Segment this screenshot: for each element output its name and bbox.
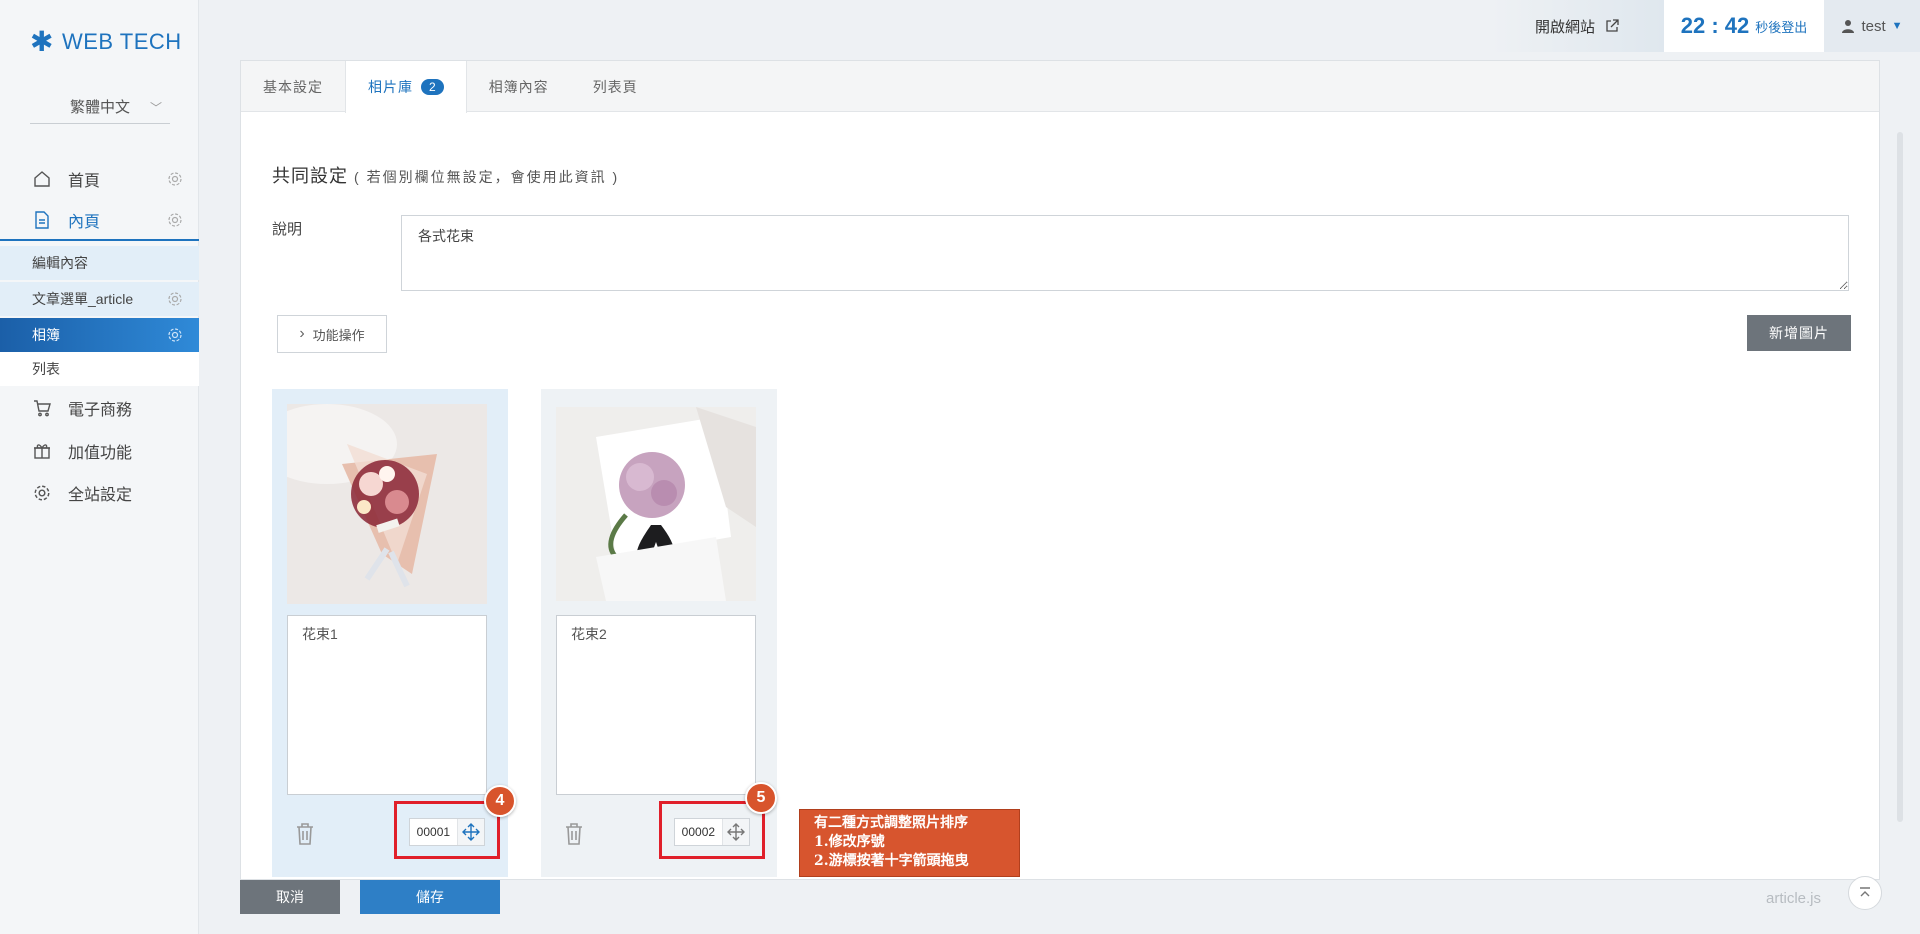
- description-label: 說明: [272, 221, 303, 238]
- logout-timer: 22 : 42 秒後登出: [1664, 0, 1824, 52]
- sidebar-subitem-list[interactable]: 列表: [0, 352, 199, 386]
- scrollbar[interactable]: [1897, 132, 1903, 822]
- sidebar-item-label: 加值功能: [68, 445, 133, 462]
- sidebar-subitem-album[interactable]: 相簿: [0, 318, 199, 352]
- order-field: 00002: [674, 818, 750, 846]
- tab-label: 基本設定: [263, 78, 323, 95]
- order-number-input[interactable]: 00001: [410, 825, 457, 839]
- gear-icon: [32, 483, 52, 503]
- language-select[interactable]: 繁體中文 ﹀: [30, 96, 170, 124]
- photo-card: 花束2 00002 5: [541, 389, 777, 877]
- gear-icon[interactable]: [167, 171, 183, 187]
- gift-icon: [32, 441, 52, 461]
- note-line: 有二種方式調整照片排序: [814, 815, 968, 831]
- sidebar-item-label: 電子商務: [68, 402, 133, 419]
- chevron-down-icon: ﹀: [149, 101, 162, 115]
- function-operations-button[interactable]: › 功能操作: [277, 315, 387, 353]
- move-arrows-icon[interactable]: [721, 819, 749, 845]
- open-site-button[interactable]: 開啟網站: [1490, 0, 1664, 52]
- tab-label: 相片庫: [368, 79, 413, 95]
- photo-thumbnail[interactable]: [287, 404, 487, 604]
- user-menu[interactable]: test ▼: [1824, 0, 1920, 52]
- tab-album-content[interactable]: 相簿內容: [467, 61, 571, 112]
- document-icon: [32, 210, 52, 230]
- username: test: [1861, 17, 1886, 35]
- sidebar-item-addons[interactable]: 加值功能: [0, 431, 199, 471]
- sidebar-subitem-article-menu[interactable]: 文章選單_article: [0, 282, 199, 316]
- chevron-right-icon: ›: [299, 325, 305, 342]
- step-badge: 4: [484, 785, 516, 817]
- sidebar-subitem-label: 編輯內容: [32, 255, 88, 271]
- sidebar-item-label: 首頁: [68, 173, 101, 190]
- save-button[interactable]: 儲存: [360, 880, 500, 914]
- footer-filename: article.js: [1766, 890, 1822, 907]
- cart-icon: [32, 398, 52, 418]
- sidebar-item-label: 全站設定: [68, 487, 133, 504]
- timer-value: 22 : 42: [1680, 13, 1750, 38]
- trash-icon[interactable]: [563, 822, 585, 846]
- order-number-input[interactable]: 00002: [675, 825, 722, 839]
- photo-card: 花束1 00001 4: [272, 389, 516, 877]
- sidebar: ✱ WEB TECH 繁體中文 ﹀ 首頁 內頁 編輯內容 文章選單_articl…: [0, 0, 199, 934]
- note-line: 1.修改序號: [814, 834, 885, 850]
- brand-name: WEB TECH: [61, 28, 182, 54]
- gear-icon[interactable]: [167, 291, 183, 307]
- tab-basic-settings[interactable]: 基本設定: [241, 61, 345, 112]
- gear-icon[interactable]: [167, 327, 183, 343]
- language-value: 繁體中文: [69, 99, 130, 116]
- sidebar-item-site-settings[interactable]: 全站設定: [0, 473, 199, 513]
- note-line: 2.游標按著十字箭頭拖曳: [814, 853, 969, 869]
- tab-label: 列表頁: [592, 78, 638, 95]
- timer-label: 秒後登出: [1755, 19, 1808, 35]
- order-highlight: 00001: [394, 801, 500, 859]
- top-bar: 開啟網站 22 : 42 秒後登出 test ▼: [1490, 0, 1920, 52]
- section-title-note: ( 若個別欄位無設定，會使用此資訊 ): [354, 169, 620, 185]
- main-panel: 基本設定 相片庫 2 相簿內容 列表頁 共同設定 ( 若個別欄位無設定，會使用此資…: [240, 60, 1880, 880]
- tab-bar: 基本設定 相片庫 2 相簿內容 列表頁: [241, 61, 1879, 113]
- sidebar-subitem-edit-content[interactable]: 編輯內容: [0, 246, 199, 280]
- trash-icon[interactable]: [294, 822, 316, 846]
- snowflake-logo-icon: ✱: [30, 26, 54, 57]
- order-field: 00001: [409, 818, 485, 846]
- photo-caption-textarea[interactable]: 花束1: [287, 615, 487, 795]
- home-icon: [32, 169, 52, 189]
- move-arrows-icon[interactable]: [456, 819, 484, 845]
- sidebar-item-label: 內頁: [68, 214, 101, 231]
- gear-icon[interactable]: [167, 212, 183, 228]
- add-image-button[interactable]: 新增圖片: [1747, 315, 1851, 351]
- count-badge: 2: [421, 79, 444, 95]
- open-site-label: 開啟網站: [1534, 18, 1595, 36]
- back-to-top-button[interactable]: [1848, 876, 1882, 910]
- arrow-up-icon: [1860, 887, 1870, 897]
- function-operations-label: 功能操作: [312, 327, 365, 343]
- caret-down-icon: ▼: [1891, 20, 1903, 32]
- sidebar-item-inner-page[interactable]: 內頁: [0, 201, 199, 241]
- sidebar-subitem-label: 文章選單_article: [32, 291, 134, 307]
- section-title: 共同設定 ( 若個別欄位無設定，會使用此資訊 ): [272, 162, 619, 188]
- sidebar-item-home[interactable]: 首頁: [0, 159, 199, 199]
- tab-photo-library[interactable]: 相片庫 2: [345, 61, 467, 113]
- step-badge: 5: [745, 782, 777, 814]
- photo-thumbnail[interactable]: [556, 407, 756, 601]
- sidebar-subitem-label: 相簿: [32, 327, 60, 343]
- cancel-button[interactable]: 取消: [240, 880, 340, 914]
- user-icon: [1842, 20, 1855, 33]
- tab-label: 相簿內容: [488, 78, 549, 95]
- sidebar-item-ecommerce[interactable]: 電子商務: [0, 388, 199, 428]
- external-link-icon: [1606, 19, 1619, 32]
- sidebar-subitem-label: 列表: [32, 361, 60, 377]
- tab-list-page[interactable]: 列表頁: [571, 61, 660, 112]
- annotation-note: 有二種方式調整照片排序 1.修改序號 2.游標按著十字箭頭拖曳: [799, 809, 1020, 877]
- description-textarea[interactable]: 各式花束: [401, 215, 1849, 291]
- section-title-text: 共同設定: [272, 166, 348, 186]
- logo[interactable]: ✱ WEB TECH: [30, 25, 182, 58]
- photo-caption-textarea[interactable]: 花束2: [556, 615, 756, 795]
